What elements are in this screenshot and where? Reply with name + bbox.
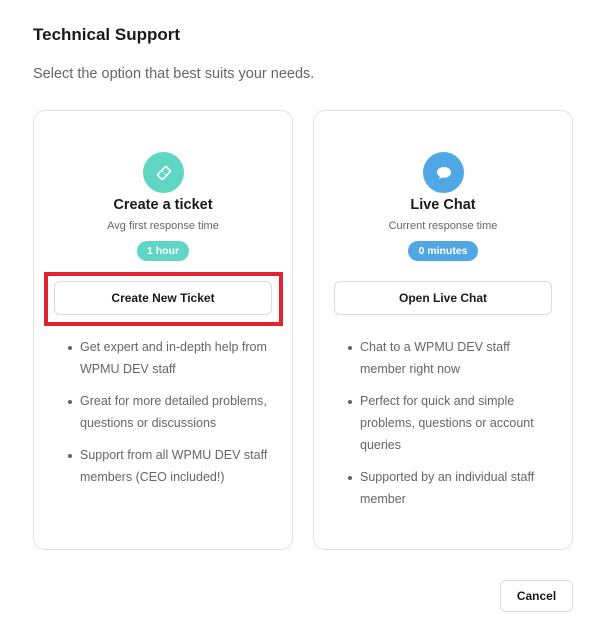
list-item: Support from all WPMU DEV staff members … <box>64 444 274 488</box>
chat-response-badge: 0 minutes <box>408 241 478 261</box>
ticket-card-title: Create a ticket <box>113 197 213 213</box>
create-new-ticket-button[interactable]: Create New Ticket <box>54 281 272 315</box>
dialog-title: Technical Support <box>33 25 181 44</box>
cancel-button[interactable]: Cancel <box>500 580 573 612</box>
list-item: Great for more detailed problems, questi… <box>64 390 274 434</box>
open-live-chat-button[interactable]: Open Live Chat <box>334 281 552 315</box>
list-item: Chat to a WPMU DEV staff member right no… <box>344 336 554 380</box>
live-chat-card: Live Chat Current response time 0 minute… <box>313 110 573 550</box>
ticket-response-badge: 1 hour <box>136 241 190 261</box>
chat-feature-list: Chat to a WPMU DEV staff member right no… <box>344 336 554 520</box>
list-item: Get expert and in-depth help from WPMU D… <box>64 336 274 380</box>
ticket-icon <box>143 152 184 193</box>
chat-card-title: Live Chat <box>410 197 476 213</box>
dialog-subtitle: Select the option that best suits your n… <box>33 66 315 82</box>
chat-card-subtitle: Current response time <box>388 220 498 232</box>
ticket-card-subtitle: Avg first response time <box>107 220 219 232</box>
list-item: Perfect for quick and simple problems, q… <box>344 390 554 456</box>
list-item: Supported by an individual staff member <box>344 466 554 510</box>
chat-bubble-icon <box>423 152 464 193</box>
ticket-card: Create a ticket Avg first response time … <box>33 110 293 550</box>
ticket-feature-list: Get expert and in-depth help from WPMU D… <box>64 336 274 498</box>
technical-support-dialog: Technical Support Select the option that… <box>0 0 610 636</box>
